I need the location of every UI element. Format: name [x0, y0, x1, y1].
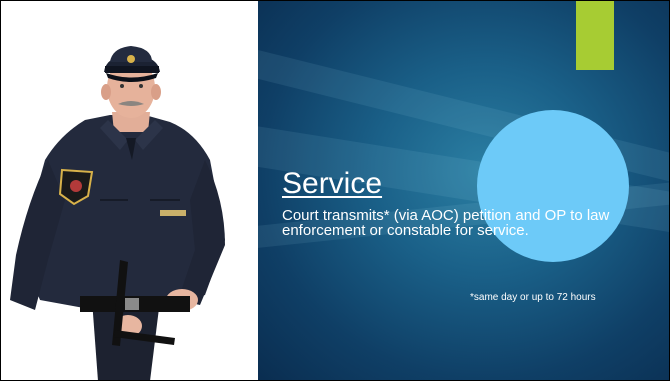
police-officer-photo	[0, 0, 258, 381]
slide-title: Service	[282, 167, 383, 200]
decorative-circle	[477, 110, 629, 262]
footnote: *same day or up to 72 hours	[470, 292, 596, 303]
police-officer-illustration	[10, 46, 225, 381]
accent-bar	[576, 0, 614, 70]
slide: Service Court transmits* (via AOC) petit…	[0, 0, 670, 381]
slide-body-text: Court transmits* (via AOC) petition and …	[282, 207, 610, 239]
